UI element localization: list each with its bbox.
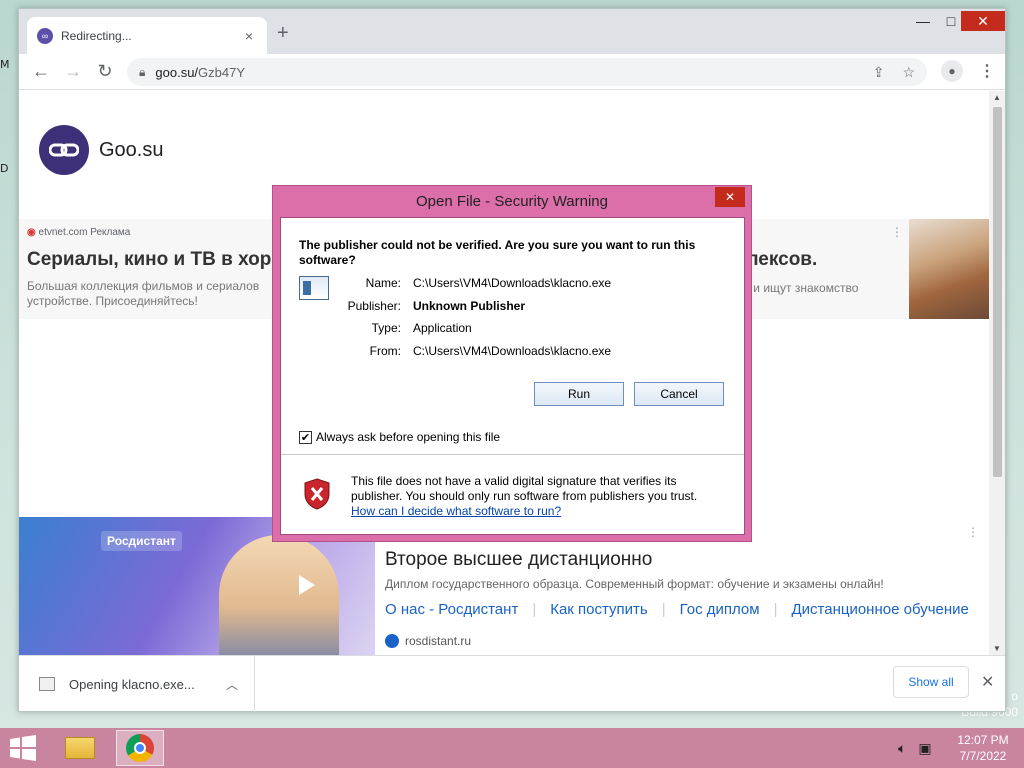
ad-subtitle: Диплом государственного образца. Совреме… xyxy=(385,577,884,591)
ad-source: ◉ etvnet.com Реклама xyxy=(27,227,131,238)
file-icon xyxy=(39,677,55,691)
play-icon[interactable] xyxy=(299,575,315,595)
ad-link[interactable]: О нас - Росдистант xyxy=(385,601,518,618)
minimize-button[interactable]: — xyxy=(909,13,937,29)
ad-description-right: ми и ищут знакомство xyxy=(735,281,859,295)
dialog-title: Open File - Security Warning xyxy=(415,192,608,210)
goo-su-logo xyxy=(39,125,89,175)
scroll-up-icon: ▲ xyxy=(993,93,1001,102)
always-ask-checkbox[interactable]: ✔ Always ask before opening this file xyxy=(299,430,500,444)
clock[interactable]: 12:07 PM 7/7/2022 xyxy=(950,732,1016,764)
page-scrollbar[interactable]: ▲ ▼ xyxy=(989,91,1005,655)
rosdistant-favicon-icon xyxy=(385,634,399,648)
ad-domain[interactable]: rosdistant.ru xyxy=(385,634,471,648)
chevron-up-icon[interactable]: ︿ xyxy=(226,676,238,693)
tab-strip: ∞ Redirecting... × + — □ ✕ xyxy=(19,9,1005,54)
divider xyxy=(281,454,744,455)
ad-title[interactable]: Второе высшее дистанционно xyxy=(385,549,652,571)
new-tab-button[interactable]: + xyxy=(277,23,289,43)
forward-arrow-icon[interactable]: → xyxy=(63,62,83,80)
tab-title: Redirecting... xyxy=(61,28,132,43)
file-explorer-icon[interactable] xyxy=(56,730,104,766)
desktop-edge-text: MD xyxy=(0,58,10,175)
name-row: Name: C:\Users\VM4\Downloads\klacno.exe xyxy=(365,276,612,290)
link-favicon-icon: ∞ xyxy=(37,27,53,44)
ad-link[interactable]: Как поступить xyxy=(550,601,648,618)
publisher-row: Publisher: Unknown Publisher xyxy=(347,299,526,313)
taskbar: 🔈︎ ▣ 12:07 PM 7/7/2022 xyxy=(0,728,1024,768)
ad-links: О нас - Росдистант | Как поступить | Гос д… xyxy=(385,601,969,618)
ad-options-icon[interactable]: ⋮ xyxy=(891,225,903,239)
ad-person-figure xyxy=(219,535,339,655)
bookmark-star-icon[interactable]: ☆ xyxy=(902,64,915,81)
from-row: From: C:\Users\VM4\Downloads\klacno.exe xyxy=(369,344,612,358)
download-item[interactable]: Opening klacno.exe... ︿ xyxy=(19,656,255,712)
system-tray: 🔈︎ ▣ xyxy=(898,740,932,757)
tab-redirecting[interactable]: ∞ Redirecting... × xyxy=(27,17,267,54)
download-filename: Opening klacno.exe... xyxy=(69,676,195,692)
ad-link[interactable]: Гос диплом xyxy=(680,601,760,618)
help-link[interactable]: How can I decide what software to run? xyxy=(351,504,721,519)
download-shelf: Opening klacno.exe... ︿ Show all ✕ xyxy=(19,655,1005,712)
scrollbar-thumb[interactable] xyxy=(993,107,1002,477)
etvnet-logo-icon: ◉ xyxy=(27,227,36,238)
security-warning-dialog: Open File - Security Warning ✕ The publi… xyxy=(272,185,752,542)
chrome-taskbar-icon[interactable] xyxy=(116,730,164,766)
dialog-close-button[interactable]: ✕ xyxy=(715,187,745,207)
network-icon[interactable]: ▣ xyxy=(918,740,931,757)
rosdistant-logo: Росдистант xyxy=(101,531,182,551)
type-row: Type: Application xyxy=(371,321,472,335)
volume-muted-icon[interactable]: 🔈︎ xyxy=(898,740,906,757)
show-all-button[interactable]: Show all xyxy=(893,666,969,698)
menu-kebab-icon[interactable]: ⋮ xyxy=(979,61,995,81)
lock-icon: 🔒︎ xyxy=(139,64,146,79)
url-host: goo.su/ xyxy=(155,64,199,80)
cancel-button[interactable]: Cancel xyxy=(634,382,724,406)
reload-icon[interactable]: ↻ xyxy=(95,62,115,80)
ad-photo xyxy=(909,219,989,319)
window-close-button[interactable]: ✕ xyxy=(961,11,1005,31)
warning-text: This file does not have a valid digital … xyxy=(351,474,721,519)
shield-warning-icon xyxy=(303,478,331,515)
dialog-question: The publisher could not be verified. Are… xyxy=(299,238,696,267)
download-shelf-close-icon[interactable]: ✕ xyxy=(981,672,994,692)
back-arrow-icon[interactable]: ← xyxy=(31,62,51,80)
dialog-body: The publisher could not be verified. Are… xyxy=(280,217,745,535)
windows-start-icon[interactable] xyxy=(8,734,38,762)
share-icon[interactable]: ⇪ xyxy=(873,64,885,81)
ad-options-icon[interactable]: ⋮ xyxy=(967,525,979,539)
profile-avatar-icon[interactable]: ● xyxy=(941,60,963,82)
ad-link[interactable]: Дистанционное обучение xyxy=(792,601,969,618)
url-path: Gzb47Y xyxy=(198,64,246,80)
run-button[interactable]: Run xyxy=(534,382,624,406)
ad-description: Большая коллекция фильмов и сериалов уст… xyxy=(27,279,260,308)
scroll-down-icon: ▼ xyxy=(993,644,1001,653)
tab-close-icon[interactable]: × xyxy=(241,28,257,44)
site-brand: Goo.su xyxy=(99,139,164,161)
checkmark-icon[interactable]: ✔ xyxy=(299,430,312,444)
address-bar[interactable]: 🔒︎ goo.su/ Gzb47Y ⇪ ☆ xyxy=(127,58,927,86)
ad-headline: Сериалы, кино и ТВ в хор xyxy=(27,249,272,270)
browser-toolbar: ← → ↻ 🔒︎ goo.su/ Gzb47Y ⇪ ☆ ● ⋮ xyxy=(19,54,1005,90)
